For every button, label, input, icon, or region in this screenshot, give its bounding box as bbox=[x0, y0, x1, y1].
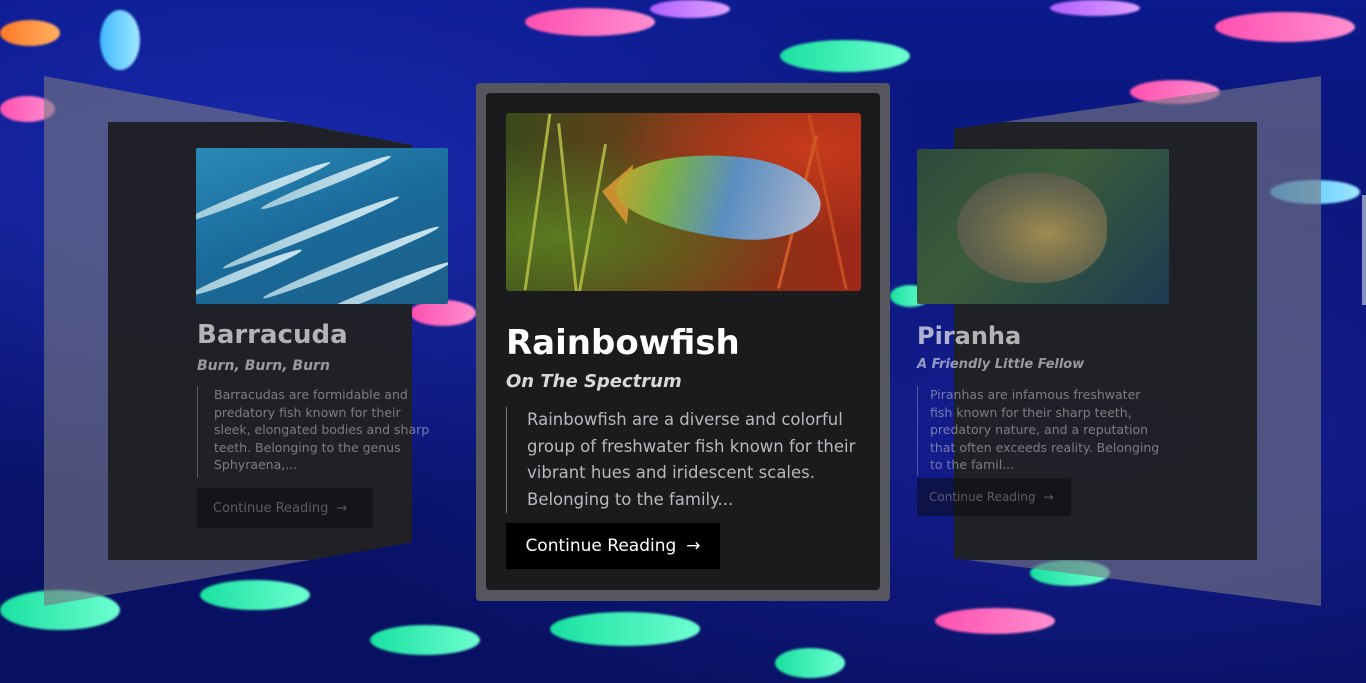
card-excerpt: Rainbowfish are a diverse and colorful g… bbox=[506, 407, 873, 513]
decorative-fish bbox=[550, 612, 700, 646]
card-title: Barracuda bbox=[197, 320, 348, 350]
decorative-fish bbox=[1050, 0, 1140, 16]
decorative-fish bbox=[200, 580, 310, 610]
piranha-shape bbox=[957, 173, 1107, 283]
continue-reading-button[interactable]: Continue Reading → bbox=[506, 523, 720, 569]
continue-reading-button[interactable]: Continue Reading → bbox=[197, 488, 373, 528]
barracuda-shape bbox=[261, 222, 441, 303]
card-title: Rainbowfish bbox=[506, 323, 740, 363]
card-subtitle: Burn, Burn, Burn bbox=[197, 358, 330, 374]
card-inner: Rainbowfish On The Spectrum Rainbowfish … bbox=[486, 93, 880, 590]
continue-reading-button[interactable]: Continue Reading → bbox=[917, 478, 1071, 516]
plant-stem bbox=[557, 123, 578, 291]
decorative-fish bbox=[370, 625, 480, 655]
button-label: Continue Reading bbox=[929, 490, 1036, 504]
decorative-fish bbox=[1215, 12, 1355, 42]
barracuda-shape bbox=[300, 258, 448, 304]
aquarium-background: Barracuda Burn, Burn, Burn Barracudas ar… bbox=[0, 0, 1366, 683]
decorative-fish bbox=[935, 608, 1055, 634]
decorative-fish bbox=[780, 40, 910, 72]
card-subtitle: On The Spectrum bbox=[506, 371, 682, 392]
decorative-fish bbox=[775, 648, 845, 678]
carousel-card-rainbowfish[interactable]: Rainbowfish On The Spectrum Rainbowfish … bbox=[476, 83, 890, 601]
decorative-fish bbox=[0, 20, 60, 46]
arrow-right-icon: → bbox=[336, 500, 348, 516]
arrow-right-icon: → bbox=[1043, 490, 1054, 504]
arrow-right-icon: → bbox=[686, 536, 701, 556]
button-label: Continue Reading bbox=[213, 500, 329, 516]
card-excerpt: Barracudas are formidable and predatory … bbox=[197, 386, 432, 478]
decorative-fish bbox=[650, 0, 730, 18]
card-excerpt: Piranhas are infamous freshwater fish kn… bbox=[917, 386, 1164, 476]
plant-stem bbox=[523, 113, 552, 291]
card-title: Piranha bbox=[917, 322, 1022, 350]
card-subtitle: A Friendly Little Fellow bbox=[917, 357, 1085, 372]
piranha-image bbox=[917, 149, 1169, 304]
rainbowfish-image bbox=[506, 113, 861, 291]
decorative-fish bbox=[525, 8, 655, 36]
barracuda-image bbox=[196, 148, 448, 304]
button-label: Continue Reading bbox=[525, 536, 677, 556]
rainbowfish-shape bbox=[612, 144, 825, 248]
decorative-fish bbox=[100, 10, 140, 70]
barracuda-shape bbox=[221, 192, 401, 273]
next-card-edge bbox=[1362, 195, 1366, 305]
